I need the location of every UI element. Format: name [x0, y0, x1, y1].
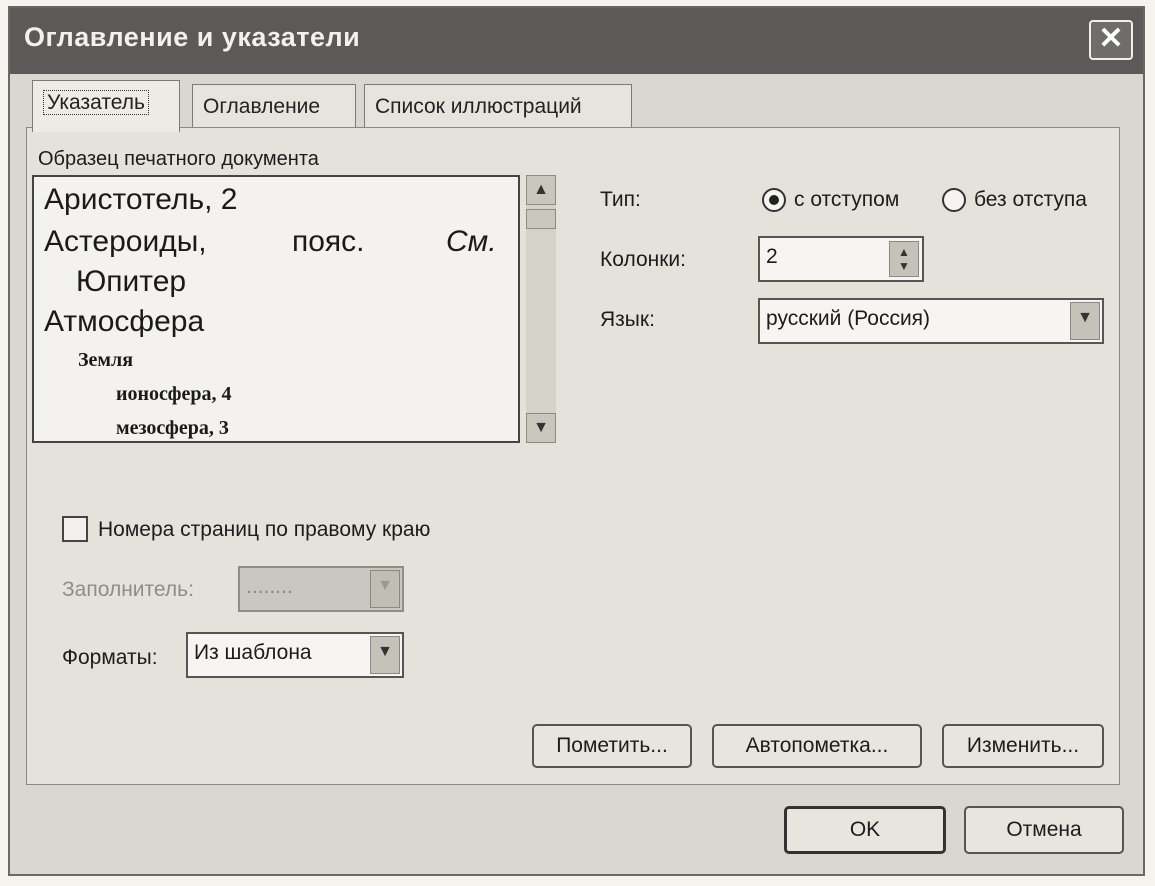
language-select[interactable]: русский (Россия) ▼	[758, 298, 1104, 344]
mark-button[interactable]: Пометить...	[532, 724, 692, 768]
title-bar: Оглавление и указатели ✕	[10, 8, 1143, 74]
scroll-thumb[interactable]	[526, 209, 556, 229]
preview-line: Аристотель, 2	[44, 183, 238, 216]
chevron-down-icon[interactable]: ▼	[1070, 302, 1100, 340]
radio-no-indent-label[interactable]: без отступа	[974, 188, 1087, 212]
preview-label: Образец печатного документа	[38, 148, 319, 170]
modify-button[interactable]: Изменить...	[942, 724, 1104, 768]
preview-line: Земля	[78, 349, 134, 371]
right-align-checkbox[interactable]	[62, 516, 88, 542]
leader-label: Заполнитель:	[62, 578, 194, 601]
preview-scrollbar[interactable]: ▲ ▼	[526, 175, 556, 443]
chevron-down-icon[interactable]: ▼	[370, 570, 400, 608]
radio-indent[interactable]	[762, 188, 786, 212]
formats-label: Форматы:	[62, 646, 158, 669]
language-label: Язык:	[600, 308, 655, 331]
preview-line: ионосфера, 4	[116, 383, 232, 405]
preview-line: пояс.	[292, 225, 365, 258]
type-label: Тип:	[600, 188, 641, 211]
chevron-down-icon[interactable]: ▼	[370, 636, 400, 674]
scroll-down-icon[interactable]: ▼	[526, 413, 556, 443]
dialog-title: Оглавление и указатели	[24, 22, 361, 52]
preview-line: Астероиды,	[44, 225, 207, 258]
columns-value: 2	[766, 245, 778, 268]
tab-toc-label: Оглавление	[203, 95, 321, 118]
tab-toc[interactable]: Оглавление	[192, 84, 356, 128]
ok-button[interactable]: OK	[784, 806, 946, 854]
radio-indent-label[interactable]: с отступом	[794, 188, 899, 212]
preview-box: Аристотель, 2 Астероиды, пояс. См. Юпите…	[32, 175, 520, 443]
preview-line: См.	[446, 225, 497, 258]
cancel-button[interactable]: Отмена	[964, 806, 1124, 854]
formats-value: Из шаблона	[194, 641, 312, 664]
preview-line: мезосфера, 3	[116, 417, 229, 439]
tab-index[interactable]: Указатель	[32, 80, 180, 132]
spinner-arrows-icon[interactable]: ▲ ▼	[889, 241, 919, 277]
automark-button[interactable]: Автопометка...	[712, 724, 922, 768]
preview-line: Юпитер	[76, 265, 187, 298]
formats-select[interactable]: Из шаблона ▼	[186, 632, 404, 678]
tab-figures-label: Список иллюстраций	[375, 95, 582, 118]
columns-label: Колонки:	[600, 248, 686, 271]
tab-figures[interactable]: Список иллюстраций	[364, 84, 632, 128]
scroll-up-icon[interactable]: ▲	[526, 175, 556, 205]
right-align-label[interactable]: Номера страниц по правому краю	[98, 518, 430, 542]
columns-spinner[interactable]: 2 ▲ ▼	[758, 236, 924, 282]
preview-line: Атмосфера	[44, 305, 205, 338]
leader-select[interactable]: ........ ▼	[238, 566, 404, 612]
leader-value: ........	[246, 575, 293, 598]
tab-index-label: Указатель	[43, 90, 149, 115]
language-value: русский (Россия)	[766, 307, 931, 330]
radio-no-indent[interactable]	[942, 188, 966, 212]
close-icon[interactable]: ✕	[1089, 20, 1133, 60]
